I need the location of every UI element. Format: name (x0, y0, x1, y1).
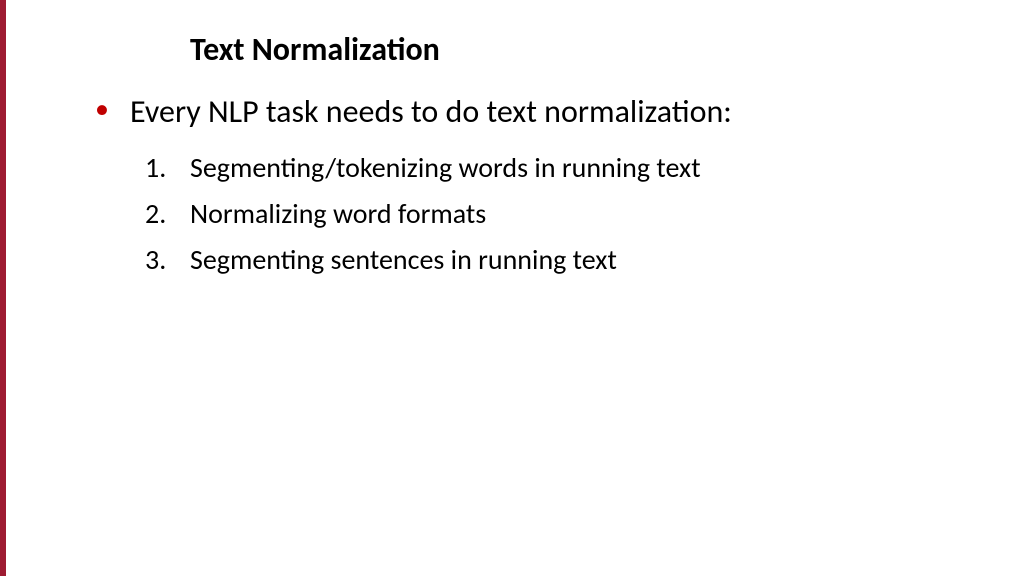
numbered-item-1: 1. Segmenting/tokenizing words in runnin… (50, 147, 984, 189)
numbered-text: Segmenting sentences in running text (190, 242, 617, 277)
bullet-item: • Every NLP task needs to do text normal… (50, 91, 984, 133)
bullet-list: • Every NLP task needs to do text normal… (50, 91, 984, 133)
number-marker: 3. (145, 239, 166, 281)
numbered-item-3: 3. Segmenting sentences in running text (50, 239, 984, 281)
left-accent-bar (0, 0, 6, 576)
numbered-text: Normalizing word formats (190, 196, 486, 231)
bullet-marker-icon: • (95, 91, 109, 127)
numbered-list: 1. Segmenting/tokenizing words in runnin… (50, 147, 984, 281)
slide-content: Text Normalization • Every NLP task need… (0, 0, 1024, 315)
slide-title: Text Normalization (190, 30, 984, 69)
numbered-item-2: 2. Normalizing word formats (50, 193, 984, 235)
number-marker: 1. (145, 147, 166, 189)
numbered-text: Segmenting/tokenizing words in running t… (190, 150, 701, 185)
bullet-text: Every NLP task needs to do text normaliz… (130, 92, 732, 131)
number-marker: 2. (145, 193, 166, 235)
